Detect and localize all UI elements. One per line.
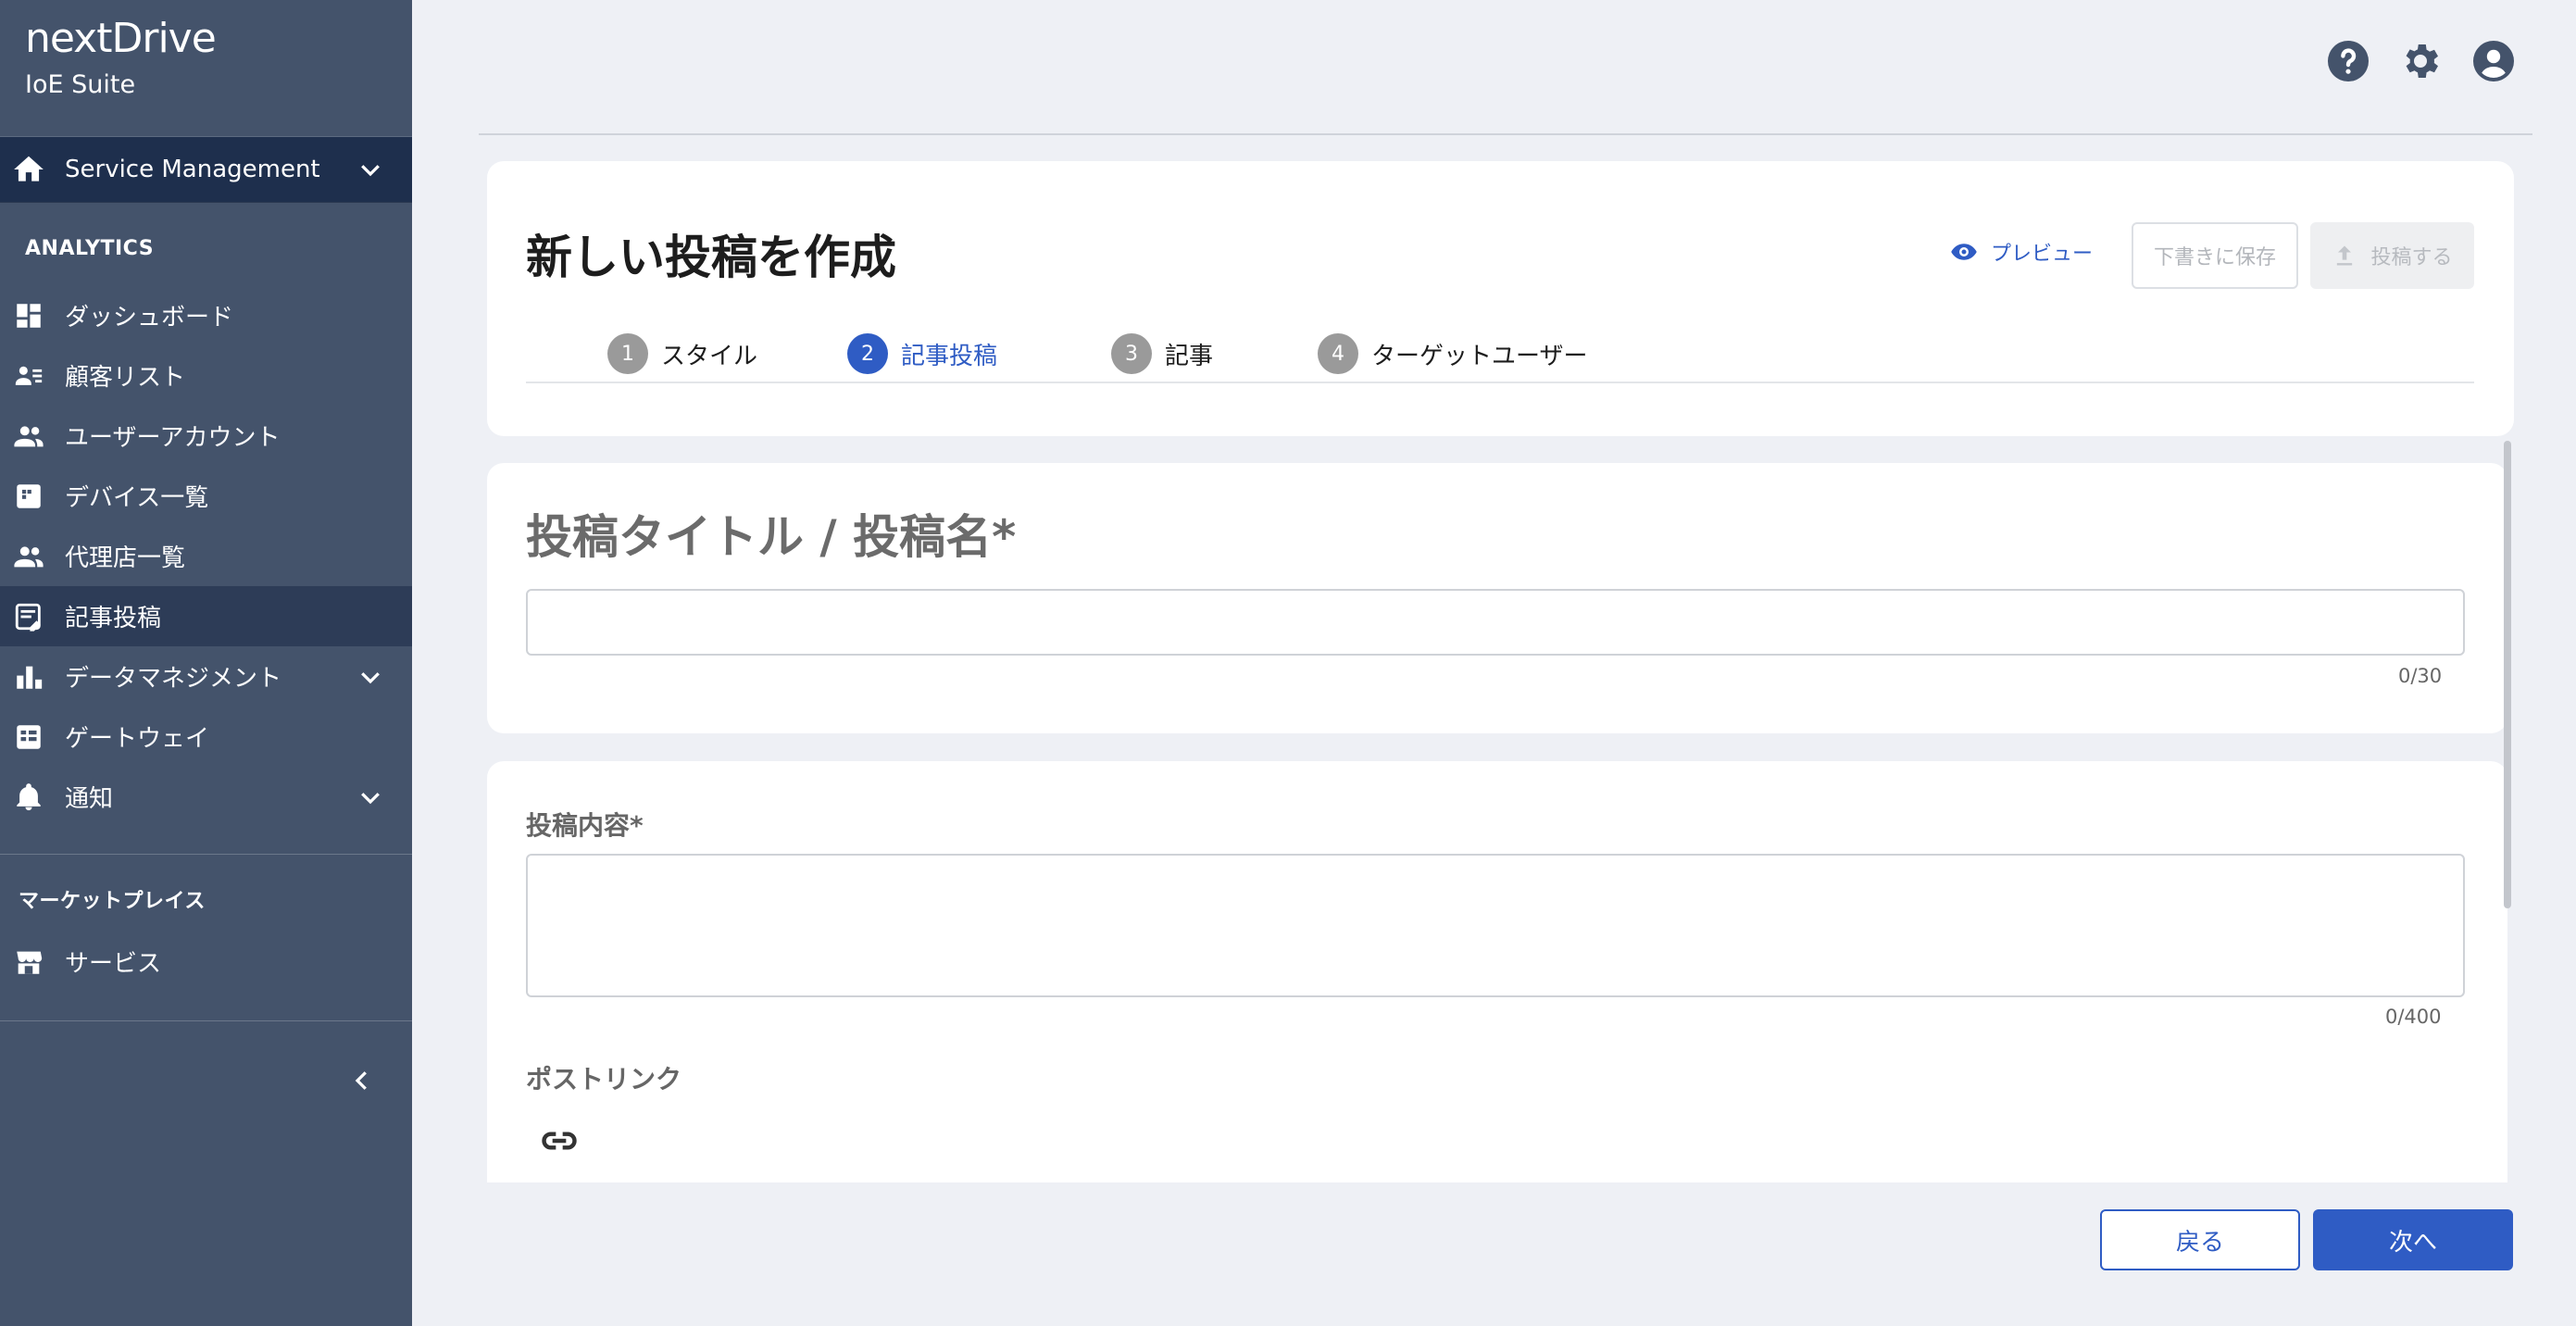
post-content-card: 投稿内容* 0/400 ポストリンク (487, 761, 2507, 1182)
sidebar-item-data-management[interactable]: データマネジメント (0, 646, 412, 707)
step-label: ターゲットユーザー (1371, 342, 1588, 370)
sidebar-item-label: データマネジメント (65, 665, 282, 693)
brand: nextDrive IoE Suite (25, 13, 217, 104)
sidebar-item-dashboard[interactable]: ダッシュボード (0, 285, 412, 345)
account-icon[interactable] (2471, 39, 2516, 83)
sidebar-item-notifications[interactable]: 通知 (0, 767, 412, 827)
sidebar-item-agencies[interactable]: 代理店一覧 (0, 526, 412, 586)
step-number: 1 (607, 333, 648, 374)
step-article-post[interactable]: 2 記事投稿 (847, 333, 997, 374)
publish-button[interactable]: 投稿する (2310, 222, 2474, 289)
post-title-input[interactable] (526, 589, 2465, 656)
preview-label: プレビュー (1991, 243, 2094, 266)
bar-chart-icon (17, 666, 43, 689)
post-content-label: 投稿内容* (526, 810, 644, 841)
dashboard-icon (17, 303, 41, 328)
chevron-down-icon (361, 165, 380, 177)
gateway-icon (17, 724, 41, 749)
app-root: nextDrive IoE Suite Service Management A… (0, 0, 2576, 1326)
bell-icon (17, 782, 41, 810)
brand-logo: nextDrive (25, 15, 217, 62)
content-scrollbar[interactable] (2504, 441, 2511, 908)
brand-subtitle: IoE Suite (25, 70, 136, 99)
step-style[interactable]: 1 スタイル (607, 333, 757, 374)
device-icon (17, 483, 41, 508)
preview-button[interactable]: プレビュー (1950, 230, 2093, 274)
chevron-down-icon (361, 792, 380, 804)
sidebar-item-label: ユーザーアカウント (65, 424, 281, 452)
settings-icon[interactable] (2398, 39, 2443, 83)
home-icon (14, 156, 44, 181)
sidebar-divider (0, 854, 412, 855)
sidebar: nextDrive IoE Suite Service Management A… (0, 0, 412, 1326)
step-number: 2 (847, 333, 888, 374)
service-management-label: Service Management (65, 156, 320, 183)
step-label: 記事 (1165, 342, 1214, 370)
service-management-menu[interactable]: Service Management (0, 136, 412, 203)
marketplace-heading: マーケットプレイス (19, 890, 206, 913)
users-icon (14, 425, 44, 446)
agency-icon (14, 545, 44, 567)
sidebar-item-customer-list[interactable]: 顧客リスト (0, 345, 412, 406)
sidebar-item-label: ゲートウェイ (65, 725, 210, 753)
sidebar-nav: ダッシュボード 顧客リスト ユーザーアカウント デバイス一覧 代理店一覧 記事投… (0, 285, 412, 827)
sidebar-item-label: 記事投稿 (65, 605, 162, 632)
help-icon[interactable] (2326, 39, 2370, 83)
post-title-label: 投稿タイトル / 投稿名* (526, 510, 1017, 564)
chevron-down-icon (361, 671, 380, 683)
sidebar-item-gateway[interactable]: ゲートウェイ (0, 707, 412, 767)
marketplace-nav: サービス (0, 932, 412, 992)
next-label: 次へ (2388, 1228, 2437, 1257)
sidebar-item-label: 通知 (65, 785, 114, 813)
create-post-header-card: 新しい投稿を作成 プレビュー 下書きに保存 投稿する 1 スタイル 2 記事投稿… (487, 161, 2514, 436)
sidebar-divider (0, 1020, 412, 1021)
post-content-counter: 0/400 (2385, 1006, 2442, 1028)
post-content-textarea[interactable] (526, 854, 2465, 997)
collapse-sidebar-icon[interactable] (348, 1065, 376, 1096)
store-icon (17, 951, 43, 974)
step-label: 記事投稿 (901, 342, 998, 370)
page-title: 新しい投稿を作成 (526, 231, 896, 284)
step-article[interactable]: 3 記事 (1111, 333, 1213, 374)
step-target-users[interactable]: 4 ターゲットユーザー (1318, 333, 1587, 374)
analytics-heading: ANALYTICS (25, 237, 155, 260)
step-number: 3 (1111, 333, 1152, 374)
post-title-card: 投稿タイトル / 投稿名* 0/30 (487, 463, 2507, 733)
step-number: 4 (1318, 333, 1358, 374)
sidebar-item-user-accounts[interactable]: ユーザーアカウント (0, 406, 412, 466)
back-button[interactable]: 戻る (2100, 1209, 2300, 1270)
sidebar-item-articles[interactable]: 記事投稿 (0, 586, 412, 646)
customer-list-icon (15, 366, 43, 385)
sidebar-item-label: 顧客リスト (65, 364, 186, 392)
eye-icon (1951, 244, 1977, 260)
sidebar-item-label: デバイス一覧 (65, 484, 209, 512)
header-divider (479, 133, 2532, 135)
link-icon[interactable] (539, 1120, 580, 1161)
step-label: スタイル (661, 342, 758, 370)
next-button[interactable]: 次へ (2313, 1209, 2513, 1270)
post-link-label: ポストリンク (526, 1064, 682, 1095)
upload-icon (2337, 245, 2353, 266)
sidebar-item-devices[interactable]: デバイス一覧 (0, 466, 412, 526)
save-draft-label: 下書きに保存 (2153, 246, 2276, 269)
sidebar-item-label: 代理店一覧 (65, 544, 186, 572)
article-icon (15, 603, 41, 632)
save-draft-button[interactable]: 下書きに保存 (2132, 222, 2298, 289)
sidebar-item-services[interactable]: サービス (0, 932, 412, 992)
stepper: 1 スタイル 2 記事投稿 3 記事 4 ターゲットユーザー (526, 333, 2474, 383)
post-title-counter: 0/30 (2398, 665, 2443, 687)
back-label: 戻る (2175, 1228, 2224, 1257)
publish-label: 投稿する (2370, 246, 2453, 269)
sidebar-item-label: ダッシュボード (65, 304, 234, 332)
sidebar-item-label: サービス (65, 950, 162, 978)
